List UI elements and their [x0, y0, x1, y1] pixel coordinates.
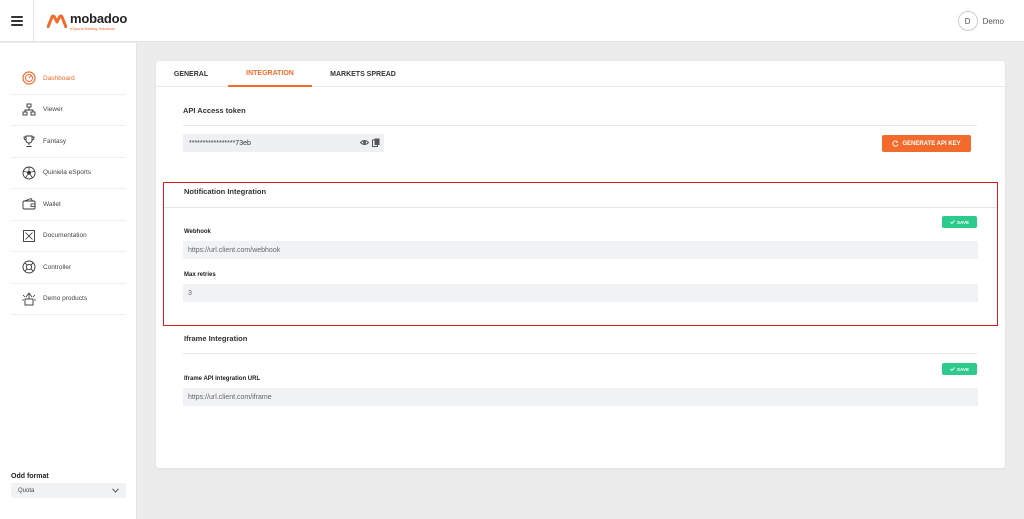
tab-integration[interactable]: INTEGRATION	[228, 61, 312, 87]
sidebar-item-documentation[interactable]: Documentation	[11, 221, 126, 252]
sidebar-item-dashboard[interactable]: Dashboard	[11, 63, 126, 95]
sidebar: Dashboard Viewer Fantasy Quiniela eSport…	[0, 43, 137, 519]
logo-name: mobadoo	[70, 11, 128, 26]
sidebar-item-label: Viewer	[43, 106, 63, 114]
wallet-icon	[21, 196, 37, 212]
lifebuoy-icon	[21, 259, 37, 275]
divider	[183, 353, 977, 354]
avatar: D	[957, 11, 978, 31]
top-header: mobadoo eSports Betting Solutions D Demo	[0, 0, 1024, 42]
save-label: SAVE	[957, 366, 969, 372]
ball-icon	[21, 165, 37, 181]
hamburger-icon	[10, 16, 23, 26]
iframe-url-input[interactable]: https://url.client.com/iframe	[183, 388, 978, 406]
documentation-icon	[21, 228, 37, 244]
refresh-icon	[892, 140, 899, 147]
iframe-section-title: Iframe Integration	[184, 334, 248, 343]
notification-section-title: Notification Integration	[184, 187, 267, 196]
sidebar-item-label: Fantasy	[43, 137, 67, 145]
sidebar-item-label: Controller	[43, 263, 72, 271]
sidebar-item-label: Quiniela eSports	[43, 169, 92, 177]
odd-format: Odd format Quota	[11, 473, 126, 498]
notification-save-button[interactable]: SAVE	[942, 216, 977, 228]
api-token-field[interactable]: *****************73eb	[183, 134, 384, 152]
sidebar-nav: Dashboard Viewer Fantasy Quiniela eSport…	[11, 63, 126, 315]
chevron-down-icon	[112, 488, 119, 493]
brand-logo[interactable]: mobadoo eSports Betting Solutions	[47, 12, 127, 31]
max-retries-input[interactable]: 3	[183, 284, 978, 302]
max-retries-label: Max retries	[184, 272, 216, 278]
tab-bar: GENERAL INTEGRATION MARKETS SPREAD	[156, 61, 1005, 87]
odd-format-value: Quota	[18, 487, 35, 494]
tab-markets-spread[interactable]: MARKETS SPREAD	[323, 61, 403, 87]
logo-tagline: eSports Betting Solutions	[70, 26, 115, 31]
sidebar-item-label: Dashboard	[43, 74, 75, 82]
logo-mark-icon	[47, 14, 67, 28]
generate-api-key-label: GENERATE API KEY	[902, 140, 961, 147]
sidebar-item-viewer[interactable]: Viewer	[11, 95, 126, 126]
copy-icon[interactable]	[372, 138, 380, 147]
viewer-icon	[21, 102, 37, 118]
trophy-icon	[21, 133, 37, 149]
webhook-input[interactable]: https://url.client.com/webhook	[183, 241, 978, 259]
iframe-url-label: Iframe API Integration URL	[184, 376, 261, 382]
api-section-title: API Access token	[183, 106, 246, 115]
eye-icon[interactable]	[360, 138, 369, 147]
odd-format-title: Odd format	[11, 473, 49, 480]
sidebar-item-label: Wallet	[43, 200, 61, 208]
sidebar-item-controller[interactable]: Controller	[11, 252, 126, 284]
generate-api-key-button[interactable]: GENERATE API KEY	[882, 135, 971, 152]
divider	[164, 207, 997, 208]
integration-card: GENERAL INTEGRATION MARKETS SPREAD API A…	[156, 61, 1005, 468]
sidebar-item-demo-products[interactable]: Demo products	[11, 284, 126, 315]
sidebar-item-label: Documentation	[43, 232, 87, 240]
odd-format-select[interactable]: Quota	[11, 483, 126, 498]
webhook-label: Webhook	[184, 229, 211, 235]
save-label: SAVE	[957, 219, 969, 225]
tab-general[interactable]: GENERAL	[166, 61, 216, 87]
divider	[183, 125, 977, 126]
check-icon	[950, 220, 955, 224]
sidebar-item-label: Demo products	[43, 295, 88, 303]
demo-box-icon	[21, 291, 37, 307]
sidebar-item-quiniela-esports[interactable]: Quiniela eSports	[11, 158, 126, 189]
check-icon	[950, 367, 955, 371]
menu-toggle-button[interactable]	[0, 0, 34, 42]
iframe-save-button[interactable]: SAVE	[942, 363, 977, 375]
user-name: Demo	[982, 16, 1004, 26]
sidebar-item-wallet[interactable]: Wallet	[11, 189, 126, 221]
dashboard-icon	[21, 70, 37, 86]
api-token-value: *****************73eb	[189, 139, 251, 147]
user-menu[interactable]: D Demo	[957, 11, 1004, 31]
sidebar-item-fantasy[interactable]: Fantasy	[11, 126, 126, 158]
